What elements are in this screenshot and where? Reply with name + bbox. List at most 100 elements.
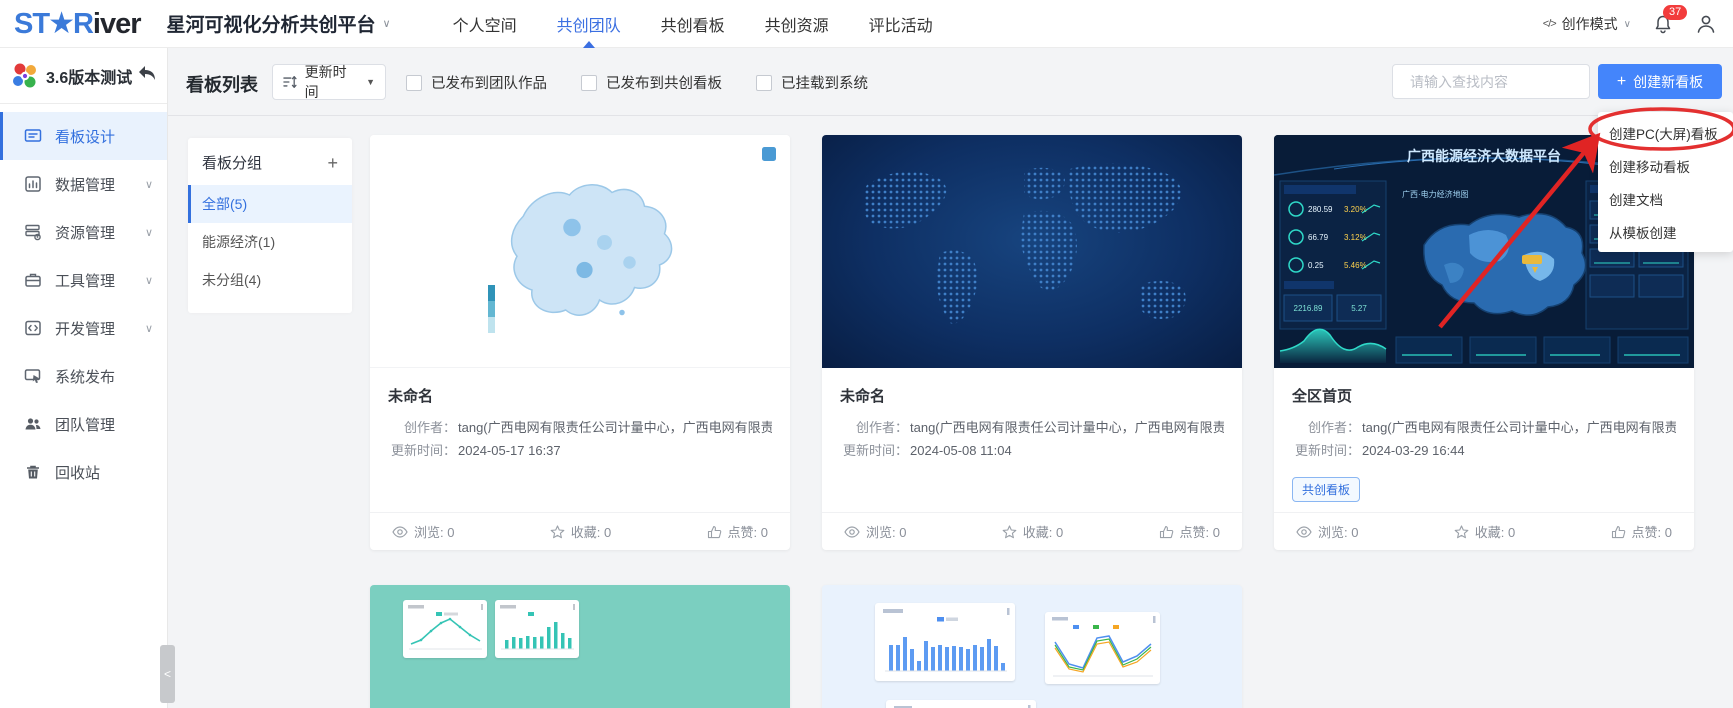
chevron-down-icon: ∨ bbox=[383, 17, 391, 30]
mini-line-chart bbox=[403, 600, 487, 658]
sidebar-item-recycle-bin[interactable]: 回收站 bbox=[0, 448, 167, 496]
svg-text:280.59: 280.59 bbox=[1308, 205, 1333, 214]
notification-count-badge: 37 bbox=[1663, 5, 1687, 20]
group-item-energy-economy[interactable]: 能源经济(1) bbox=[188, 223, 352, 261]
checkbox[interactable] bbox=[581, 75, 597, 91]
nav-co-creation-team[interactable]: 共创团队 bbox=[557, 0, 621, 48]
sidebar-menu: 看板设计 数据管理 ∨ 资源管理 ∨ 工具管理 bbox=[0, 112, 167, 496]
sidebar-item-data-management[interactable]: 数据管理 ∨ bbox=[0, 160, 167, 208]
user-profile-button[interactable] bbox=[1695, 13, 1717, 35]
team-switcher[interactable]: 3.6版本测试 bbox=[0, 48, 167, 104]
search-input[interactable] bbox=[1410, 74, 1591, 90]
create-board-menu: 创建PC(大屏)看板 创建移动看板 创建文档 从模板创建 bbox=[1598, 112, 1733, 252]
board-groups-panel: 看板分组 + 全部(5) 能源经济(1) 未分组(4) bbox=[188, 138, 352, 313]
checkbox[interactable] bbox=[406, 75, 422, 91]
board-creator: tang(广西电网有限责任公司计量中心，广西电网有限责任公... bbox=[458, 416, 772, 439]
sidebar: 3.6版本测试 看板设计 数据管理 ∨ bbox=[0, 48, 168, 708]
board-groups-title: 看板分组 bbox=[202, 152, 327, 173]
chevron-down-icon: ∨ bbox=[145, 226, 153, 239]
board-thumbnail-china-map[interactable] bbox=[370, 135, 790, 368]
eye-icon bbox=[392, 526, 408, 538]
board-card[interactable]: 未命名 创作者：tang(广西电网有限责任公司计量中心，广西电网有限责任公...… bbox=[370, 135, 790, 550]
filter-published-to-coboards[interactable]: 已发布到共创看板 bbox=[581, 72, 722, 93]
board-card-grid-row2 bbox=[370, 585, 1694, 708]
menu-item-create-document[interactable]: 创建文档 bbox=[1598, 182, 1733, 215]
back-arrow-icon[interactable] bbox=[137, 64, 157, 87]
board-title: 全区首页 bbox=[1292, 385, 1676, 406]
views-stat: 浏览: 0 bbox=[392, 522, 454, 541]
thumbs-up-icon bbox=[1611, 525, 1626, 539]
sort-label: 更新时间 bbox=[305, 62, 359, 102]
briefcase-icon bbox=[24, 271, 42, 289]
sidebar-item-tool-management[interactable]: 工具管理 ∨ bbox=[0, 256, 167, 304]
checkbox[interactable] bbox=[756, 75, 772, 91]
filter-mounted-to-system[interactable]: 已挂载到系统 bbox=[756, 72, 868, 93]
favorite-stat[interactable]: 收藏: 0 bbox=[550, 522, 611, 541]
star-icon bbox=[550, 525, 565, 539]
board-stats-bar: 浏览: 0 收藏: 0 点赞: 0 bbox=[370, 512, 790, 550]
mini-chart-partial bbox=[886, 700, 1036, 708]
like-stat[interactable]: 点赞: 0 bbox=[1611, 522, 1672, 541]
board-card-grid: 未命名 创作者：tang(广西电网有限责任公司计量中心，广西电网有限责任公...… bbox=[370, 135, 1694, 550]
sort-dropdown[interactable]: 更新时间 ▼ bbox=[272, 64, 386, 100]
search-box[interactable] bbox=[1392, 64, 1590, 99]
nav-co-creation-resources[interactable]: 共创资源 bbox=[765, 0, 829, 48]
star-icon bbox=[1454, 525, 1469, 539]
sidebar-item-team-management[interactable]: 团队管理 bbox=[0, 400, 167, 448]
creation-mode-dropdown[interactable]: </> 创作模式 ∨ bbox=[1543, 14, 1631, 34]
nav-co-creation-boards[interactable]: 共创看板 bbox=[661, 0, 725, 48]
board-updated-time: 2024-03-29 16:44 bbox=[1362, 439, 1465, 462]
favorite-stat[interactable]: 收藏: 0 bbox=[1002, 522, 1063, 541]
sidebar-item-dev-management[interactable]: 开发管理 ∨ bbox=[0, 304, 167, 352]
add-group-button[interactable]: + bbox=[327, 156, 338, 170]
publish-icon bbox=[24, 367, 42, 385]
menu-item-create-pc-board[interactable]: 创建PC(大屏)看板 bbox=[1598, 116, 1733, 149]
nav-review-activities[interactable]: 评比活动 bbox=[869, 0, 933, 48]
board-stats-bar: 浏览: 0 收藏: 0 点赞: 0 bbox=[822, 512, 1242, 550]
resource-icon bbox=[24, 223, 42, 241]
board-creator: tang(广西电网有限责任公司计量中心，广西电网有限责任公... bbox=[1362, 416, 1676, 439]
filter-published-to-team[interactable]: 已发布到团队作品 bbox=[406, 72, 547, 93]
group-item-all[interactable]: 全部(5) bbox=[188, 185, 352, 223]
sidebar-item-board-design[interactable]: 看板设计 bbox=[0, 112, 167, 160]
board-stats-bar: 浏览: 0 收藏: 0 点赞: 0 bbox=[1274, 512, 1694, 550]
thumbs-up-icon bbox=[707, 525, 722, 539]
team-name: 3.6版本测试 bbox=[46, 64, 137, 88]
platform-title-dropdown[interactable]: 星河可视化分析共创平台 ∨ bbox=[167, 10, 391, 37]
board-card[interactable] bbox=[370, 585, 790, 708]
menu-item-create-mobile-board[interactable]: 创建移动看板 bbox=[1598, 149, 1733, 182]
svg-text:2216.89: 2216.89 bbox=[1294, 304, 1323, 313]
sidebar-item-system-publish[interactable]: 系统发布 bbox=[0, 352, 167, 400]
svg-text:0.25: 0.25 bbox=[1308, 261, 1324, 270]
platform-title: 星河可视化分析共创平台 bbox=[167, 10, 376, 37]
board-card[interactable] bbox=[822, 585, 1242, 708]
favorite-stat[interactable]: 收藏: 0 bbox=[1454, 522, 1515, 541]
sidebar-collapse-handle[interactable]: < bbox=[160, 645, 175, 703]
caret-down-icon: ▼ bbox=[366, 77, 375, 87]
mini-bar-chart bbox=[495, 600, 579, 658]
notifications-button[interactable]: 37 bbox=[1653, 14, 1673, 34]
sort-icon bbox=[283, 75, 298, 89]
chevron-down-icon: ∨ bbox=[145, 274, 153, 287]
star-icon: ★ bbox=[48, 6, 74, 41]
board-card[interactable]: 未命名 创作者：tang(广西电网有限责任公司计量中心，广西电网有限责任公...… bbox=[822, 135, 1242, 550]
sidebar-item-resource-management[interactable]: 资源管理 ∨ bbox=[0, 208, 167, 256]
stariver-logo[interactable]: ST★River bbox=[14, 6, 141, 41]
star-icon bbox=[1002, 525, 1017, 539]
svg-text:广西能源经济大数据平台: 广西能源经济大数据平台 bbox=[1407, 148, 1561, 164]
board-design-icon bbox=[24, 127, 42, 145]
board-updated-time: 2024-05-17 16:37 bbox=[458, 439, 561, 462]
board-thumbnail-world-map[interactable] bbox=[822, 135, 1242, 368]
app-window: ST★River 星河可视化分析共创平台 ∨ 个人空间 共创团队 共创看板 共创… bbox=[0, 0, 1733, 708]
nav-personal-space[interactable]: 个人空间 bbox=[453, 0, 517, 48]
main-content: 看板列表 更新时间 ▼ 已发布到团队作品 已发布到共创看板 已挂载到系统 bbox=[168, 48, 1733, 708]
like-stat[interactable]: 点赞: 0 bbox=[707, 522, 768, 541]
create-board-button[interactable]: + 创建新看板 bbox=[1598, 64, 1722, 99]
group-item-ungrouped[interactable]: 未分组(4) bbox=[188, 261, 352, 299]
menu-item-create-from-template[interactable]: 从模板创建 bbox=[1598, 215, 1733, 248]
chevron-down-icon: ∨ bbox=[145, 178, 153, 191]
thumbs-up-icon bbox=[1159, 525, 1174, 539]
people-icon bbox=[24, 415, 42, 433]
svg-text:5.27: 5.27 bbox=[1351, 304, 1367, 313]
like-stat[interactable]: 点赞: 0 bbox=[1159, 522, 1220, 541]
